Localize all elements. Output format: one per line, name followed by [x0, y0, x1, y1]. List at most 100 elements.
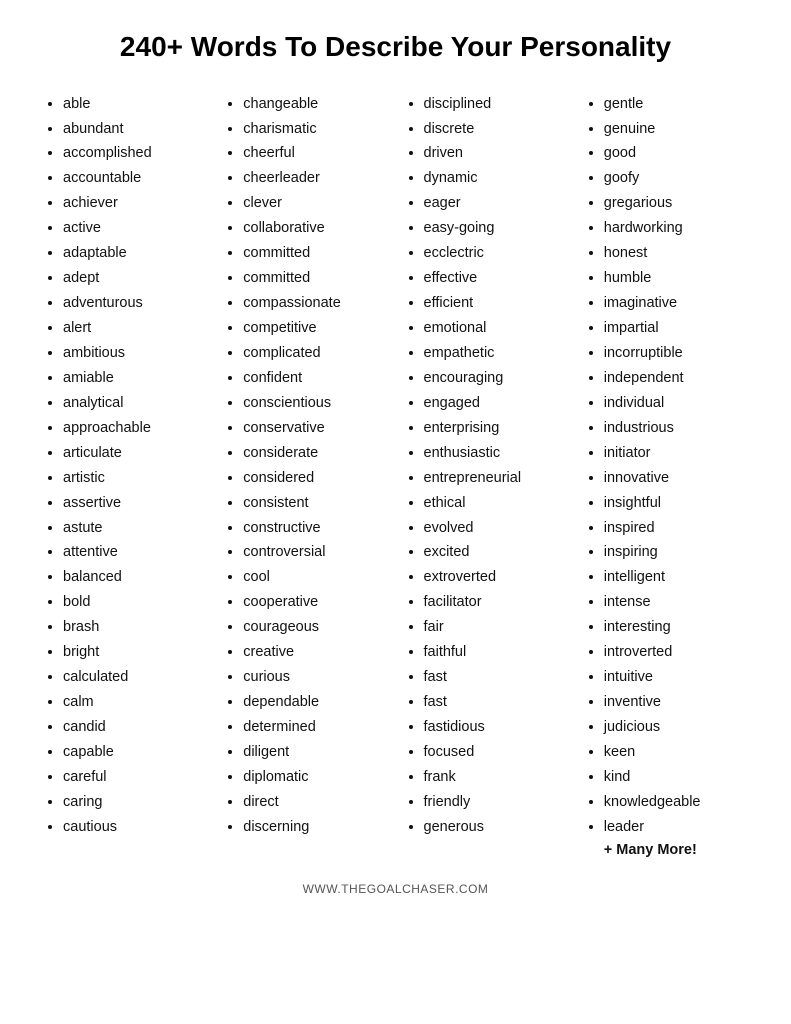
list-item: competitive: [243, 316, 387, 341]
column-1: ableabundantaccomplishedaccountableachie…: [35, 92, 215, 840]
list-item: constructive: [243, 516, 387, 541]
list-item: creative: [243, 640, 387, 665]
list-item: fast: [424, 665, 568, 690]
list-item: genuine: [604, 117, 748, 142]
list-item: driven: [424, 141, 568, 166]
list-item: incorruptible: [604, 341, 748, 366]
list-item: dependable: [243, 690, 387, 715]
list-item: committed: [243, 241, 387, 266]
list-item: diligent: [243, 740, 387, 765]
list-item: compassionate: [243, 291, 387, 316]
word-list-col-1: ableabundantaccomplishedaccountableachie…: [43, 92, 207, 840]
list-item: insightful: [604, 491, 748, 516]
list-item: humble: [604, 266, 748, 291]
list-item: complicated: [243, 341, 387, 366]
list-item: inventive: [604, 690, 748, 715]
list-item: dynamic: [424, 166, 568, 191]
word-list-col-3: disciplineddiscretedrivendynamiceagereas…: [404, 92, 568, 840]
list-item: accomplished: [63, 141, 207, 166]
list-item: fastidious: [424, 715, 568, 740]
list-item: individual: [604, 391, 748, 416]
list-item: imaginative: [604, 291, 748, 316]
list-item: emotional: [424, 316, 568, 341]
footer-text: WWW.THEGOALCHASER.COM: [35, 882, 756, 896]
list-item: active: [63, 216, 207, 241]
list-item: careful: [63, 765, 207, 790]
list-item: keen: [604, 740, 748, 765]
list-item: confident: [243, 366, 387, 391]
list-item: cautious: [63, 815, 207, 840]
list-item: engaged: [424, 391, 568, 416]
list-item: kind: [604, 765, 748, 790]
column-2: changeablecharismaticcheerfulcheerleader…: [215, 92, 395, 840]
list-item: gentle: [604, 92, 748, 117]
list-item: curious: [243, 665, 387, 690]
list-item: brash: [63, 615, 207, 640]
list-item: caring: [63, 790, 207, 815]
list-item: cheerful: [243, 141, 387, 166]
list-item: ecclectric: [424, 241, 568, 266]
list-item: intuitive: [604, 665, 748, 690]
list-item: adventurous: [63, 291, 207, 316]
list-item: alert: [63, 316, 207, 341]
list-item: intelligent: [604, 565, 748, 590]
list-item: discrete: [424, 117, 568, 142]
list-item: industrious: [604, 416, 748, 441]
list-item: honest: [604, 241, 748, 266]
list-item: innovative: [604, 466, 748, 491]
list-item: ethical: [424, 491, 568, 516]
list-item: intense: [604, 590, 748, 615]
list-item: introverted: [604, 640, 748, 665]
list-item: goofy: [604, 166, 748, 191]
list-item: independent: [604, 366, 748, 391]
list-item: attentive: [63, 540, 207, 565]
list-item: interesting: [604, 615, 748, 640]
list-item: considered: [243, 466, 387, 491]
list-item: amiable: [63, 366, 207, 391]
list-item: diplomatic: [243, 765, 387, 790]
list-item: empathetic: [424, 341, 568, 366]
list-item: calm: [63, 690, 207, 715]
list-item: facilitator: [424, 590, 568, 615]
list-item: bright: [63, 640, 207, 665]
list-item: approachable: [63, 416, 207, 441]
list-item: adaptable: [63, 241, 207, 266]
list-item: faithful: [424, 640, 568, 665]
list-item: analytical: [63, 391, 207, 416]
list-item: committed: [243, 266, 387, 291]
list-item: abundant: [63, 117, 207, 142]
list-item: candid: [63, 715, 207, 740]
list-item: enterprising: [424, 416, 568, 441]
list-item: entrepreneurial: [424, 466, 568, 491]
list-item: achiever: [63, 191, 207, 216]
word-list-col-2: changeablecharismaticcheerfulcheerleader…: [223, 92, 387, 840]
list-item: inspired: [604, 516, 748, 541]
list-item: conservative: [243, 416, 387, 441]
list-item: cheerleader: [243, 166, 387, 191]
list-item: fast: [424, 690, 568, 715]
list-item: artistic: [63, 466, 207, 491]
list-item: considerate: [243, 441, 387, 466]
page-title: 240+ Words To Describe Your Personality: [35, 30, 756, 64]
list-item: controversial: [243, 540, 387, 565]
column-4: gentlegenuinegoodgoofygregarioushardwork…: [576, 92, 756, 858]
list-item: courageous: [243, 615, 387, 640]
list-item: direct: [243, 790, 387, 815]
list-item: judicious: [604, 715, 748, 740]
list-item: eager: [424, 191, 568, 216]
list-item: capable: [63, 740, 207, 765]
list-item: fair: [424, 615, 568, 640]
list-item: focused: [424, 740, 568, 765]
list-item: good: [604, 141, 748, 166]
list-item: evolved: [424, 516, 568, 541]
list-item: impartial: [604, 316, 748, 341]
list-item: balanced: [63, 565, 207, 590]
more-label: + Many More!: [584, 842, 748, 858]
word-list-container: ableabundantaccomplishedaccountableachie…: [35, 92, 756, 858]
list-item: easy-going: [424, 216, 568, 241]
list-item: determined: [243, 715, 387, 740]
list-item: discerning: [243, 815, 387, 840]
list-item: clever: [243, 191, 387, 216]
list-item: knowledgeable: [604, 790, 748, 815]
list-item: disciplined: [424, 92, 568, 117]
